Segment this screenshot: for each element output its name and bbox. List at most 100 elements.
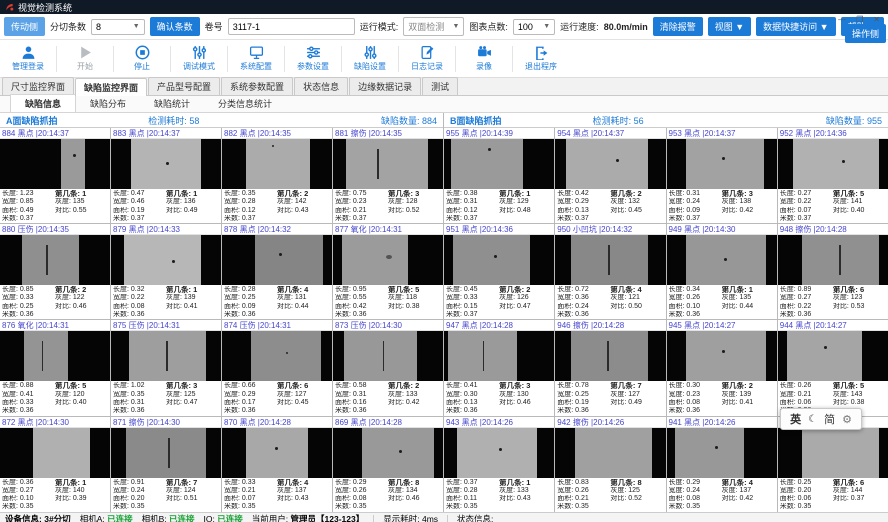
drive-side-button[interactable]: 传动侧 xyxy=(4,17,45,36)
contrast-value: 对比: 0.44 xyxy=(722,303,775,311)
action-button[interactable]: 开始 xyxy=(57,45,113,72)
action-button[interactable]: 缺陷设置 xyxy=(342,45,398,72)
view-menu-button[interactable]: 视图 ▼ xyxy=(708,17,751,36)
maximize-button[interactable]: ❐ xyxy=(856,15,863,24)
action-button[interactable]: 停止 xyxy=(114,45,170,72)
gray-value: 灰度: 144 xyxy=(833,487,886,495)
material-band xyxy=(457,428,536,478)
defect-cell[interactable]: 878 黑点 |20:14:32 长度: 0.28 宽度: 0.25 面积: 0… xyxy=(222,224,332,319)
action-button[interactable]: 管理登录 xyxy=(0,45,56,72)
strip-number: 第几条: 2 xyxy=(499,286,552,294)
defect-cell[interactable]: 941 黑点 |20:14:26 长度: 0.29 宽度: 0.24 面积: 0… xyxy=(667,417,777,512)
main-tab[interactable]: 系统参数配置 xyxy=(221,77,293,95)
defect-cell[interactable]: 945 黑点 |20:14:27 长度: 0.30 宽度: 0.23 面积: 0… xyxy=(667,320,777,415)
gear-icon[interactable]: ⚙ xyxy=(842,413,852,426)
action-button[interactable]: 调试模式 xyxy=(171,45,227,72)
defect-cell[interactable]: 949 黑点 |20:14:30 长度: 0.34 宽度: 0.26 面积: 0… xyxy=(667,224,777,319)
action-button[interactable]: 日志记录 xyxy=(399,45,455,72)
defect-info: 长度: 0.91 宽度: 0.24 面积: 0.20 米数: 0.35 第几条:… xyxy=(111,478,221,512)
main-tab[interactable]: 测试 xyxy=(422,77,458,95)
defect-mark xyxy=(842,160,845,163)
defect-cell[interactable]: 872 黑点 |20:14:30 长度: 0.36 宽度: 0.27 面积: 0… xyxy=(0,417,110,512)
minimize-button[interactable]: — xyxy=(838,15,846,24)
defect-cell[interactable]: 883 黑点 |20:14:37 长度: 0.47 宽度: 0.46 面积: 0… xyxy=(111,128,221,223)
length-value: 长度: 0.26 xyxy=(780,382,833,390)
ime-simplified-toggle[interactable]: 简 xyxy=(824,411,835,427)
action-toolbar: 管理登录开始停止调试模式系统配置参数设置缺陷设置日志记录录像退出程序 xyxy=(0,40,888,78)
defect-cell[interactable]: 876 氧化 |20:14:31 长度: 0.88 宽度: 0.41 面积: 0… xyxy=(0,320,110,415)
roll-number-input[interactable] xyxy=(228,18,355,35)
defect-cell[interactable]: 882 黑点 |20:14:35 长度: 0.35 宽度: 0.28 面积: 0… xyxy=(222,128,332,223)
defect-cell[interactable]: 947 黑点 |20:14:28 长度: 0.41 宽度: 0.30 面积: 0… xyxy=(444,320,554,415)
main-tab[interactable]: 缺陷监控界面 xyxy=(75,78,147,96)
defect-cell[interactable]: 950 小凹坑 |20:14:32 长度: 0.72 宽度: 0.36 面积: … xyxy=(555,224,665,319)
action-button[interactable]: 系统配置 xyxy=(228,45,284,72)
area-value: 面积: 0.15 xyxy=(446,303,499,311)
sub-tab[interactable]: 缺陷分布 xyxy=(76,95,140,112)
width-value: 宽度: 0.31 xyxy=(446,198,499,206)
log-icon xyxy=(420,45,435,60)
defect-cell[interactable]: 877 氧化 |20:14:31 长度: 0.95 宽度: 0.55 面积: 0… xyxy=(333,224,443,319)
defect-cell[interactable]: 879 黑点 |20:14:33 长度: 0.32 宽度: 0.22 面积: 0… xyxy=(111,224,221,319)
length-value: 长度: 0.35 xyxy=(224,190,277,198)
defect-cell[interactable]: 953 黑点 |20:14:37 长度: 0.31 宽度: 0.24 面积: 0… xyxy=(667,128,777,223)
width-value: 宽度: 0.21 xyxy=(224,487,277,495)
length-value: 长度: 0.42 xyxy=(557,190,610,198)
data-quick-access-menu-button[interactable]: 数据快捷访问 ▼ xyxy=(756,17,835,36)
strip-number: 第几条: 3 xyxy=(388,190,441,198)
defect-image xyxy=(444,235,554,285)
defect-cell-header: 869 黑点 |20:14:28 xyxy=(333,417,443,428)
operator-side-button[interactable]: 操作侧 xyxy=(845,24,886,43)
sub-tab[interactable]: 分类信息统计 xyxy=(204,95,286,112)
defect-mark xyxy=(172,260,175,263)
ime-english-toggle[interactable]: 英 xyxy=(790,411,801,427)
run-mode-select[interactable]: 双面检测▼ xyxy=(403,17,464,36)
defect-cell[interactable]: 940 黑点 |20:14:26 长度: 0.25 宽度: 0.20 面积: 0… xyxy=(778,417,888,512)
defect-cell[interactable]: 869 黑点 |20:14:28 长度: 0.29 宽度: 0.26 面积: 0… xyxy=(333,417,443,512)
area-value: 面积: 0.11 xyxy=(446,495,499,503)
defect-cell[interactable]: 880 压伤 |20:14:35 长度: 0.85 宽度: 0.33 面积: 0… xyxy=(0,224,110,319)
gray-value: 灰度: 122 xyxy=(55,294,108,302)
defect-cell-header: 876 氧化 |20:14:31 xyxy=(0,320,110,331)
defect-cell[interactable]: 870 黑点 |20:14:28 长度: 0.33 宽度: 0.21 面积: 0… xyxy=(222,417,332,512)
clear-alarm-button[interactable]: 清除报警 xyxy=(653,17,703,36)
width-value: 宽度: 0.24 xyxy=(669,198,722,206)
defect-cell[interactable]: 955 黑点 |20:14:39 长度: 0.38 宽度: 0.31 面积: 0… xyxy=(444,128,554,223)
strip-count-select[interactable]: 8▼ xyxy=(91,19,145,35)
action-button[interactable]: 退出程序 xyxy=(513,45,569,72)
length-value: 长度: 0.66 xyxy=(224,382,277,390)
defect-cell[interactable]: 873 压伤 |20:14:30 长度: 0.58 宽度: 0.31 面积: 0… xyxy=(333,320,443,415)
main-tab[interactable]: 边缘数据记录 xyxy=(349,77,421,95)
defect-cell[interactable]: 884 黑点 |20:14:37 长度: 1.23 宽度: 0.85 面积: 0… xyxy=(0,128,110,223)
defect-cell[interactable]: 944 黑点 |20:14:27 长度: 0.26 宽度: 0.21 面积: 0… xyxy=(778,320,888,415)
material-band xyxy=(802,428,879,478)
main-tab[interactable]: 状态信息 xyxy=(294,77,348,95)
defect-cell[interactable]: 871 擦伤 |20:14:30 长度: 0.91 宽度: 0.24 面积: 0… xyxy=(111,417,221,512)
moon-icon[interactable]: ☾ xyxy=(808,414,817,425)
defect-cell[interactable]: 942 擦伤 |20:14:26 长度: 0.83 宽度: 0.26 面积: 0… xyxy=(555,417,665,512)
contrast-value: 对比: 0.42 xyxy=(722,495,775,503)
confirm-strips-button[interactable]: 确认条数 xyxy=(150,17,200,36)
area-value: 面积: 0.21 xyxy=(335,207,388,215)
main-tab[interactable]: 尺寸监控界面 xyxy=(2,77,74,95)
action-button[interactable]: 录像 xyxy=(456,45,512,72)
defect-cell[interactable]: 946 擦伤 |20:14:28 长度: 0.78 宽度: 0.25 面积: 0… xyxy=(555,320,665,415)
defect-cell[interactable]: 948 擦伤 |20:14:28 长度: 0.89 宽度: 0.27 面积: 0… xyxy=(778,224,888,319)
defect-image xyxy=(0,428,110,478)
defect-cell[interactable]: 881 擦伤 |20:14:35 长度: 0.75 宽度: 0.23 面积: 0… xyxy=(333,128,443,223)
defect-cell[interactable]: 875 压伤 |20:14:31 长度: 1.02 宽度: 0.35 面积: 0… xyxy=(111,320,221,415)
defect-cell[interactable]: 951 黑点 |20:14:36 长度: 0.45 宽度: 0.33 面积: 0… xyxy=(444,224,554,319)
top-toolbar: 传动侧 分切条数 8▼ 确认条数 卷号 运行模式: 双面检测▼ 图表点数: 10… xyxy=(0,14,888,40)
sub-tab[interactable]: 缺陷信息 xyxy=(10,94,76,112)
main-tab[interactable]: 产品型号配置 xyxy=(148,77,220,95)
defect-info: 长度: 0.95 宽度: 0.55 面积: 0.42 米数: 0.36 第几条:… xyxy=(333,285,443,319)
close-button[interactable]: ✕ xyxy=(873,15,880,24)
action-button[interactable]: 参数设置 xyxy=(285,45,341,72)
defect-cell[interactable]: 952 黑点 |20:14:36 长度: 0.27 宽度: 0.22 面积: 0… xyxy=(778,128,888,223)
defect-cell[interactable]: 954 黑点 |20:14:37 长度: 0.42 宽度: 0.29 面积: 0… xyxy=(555,128,665,223)
sub-tab[interactable]: 缺陷统计 xyxy=(140,95,204,112)
defect-image xyxy=(222,428,332,478)
chart-points-select[interactable]: 100▼ xyxy=(513,19,555,35)
defect-cell[interactable]: 874 压伤 |20:14:31 长度: 0.66 宽度: 0.29 面积: 0… xyxy=(222,320,332,415)
defect-cell[interactable]: 943 黑点 |20:14:26 长度: 0.37 宽度: 0.28 面积: 0… xyxy=(444,417,554,512)
